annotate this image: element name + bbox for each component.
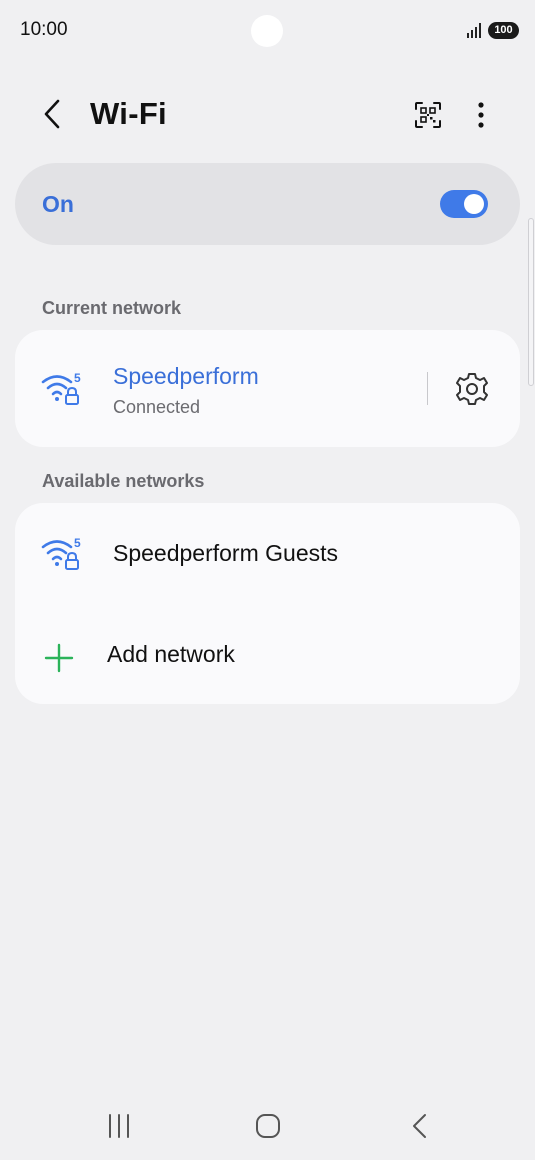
nav-back-icon bbox=[413, 1114, 426, 1138]
home-button[interactable] bbox=[248, 1109, 288, 1143]
wifi-switch[interactable] bbox=[440, 190, 488, 218]
wifi-5ghz-lock-icon: 5 bbox=[41, 536, 81, 570]
back-icon bbox=[44, 99, 60, 129]
status-time: 10:00 bbox=[20, 19, 68, 40]
add-network-label: Add network bbox=[107, 641, 235, 667]
network-settings-button[interactable] bbox=[453, 370, 491, 408]
available-networks-heading: Available networks bbox=[42, 471, 205, 491]
divider bbox=[427, 372, 428, 405]
plus-icon bbox=[44, 643, 74, 673]
page-title: Wi-Fi bbox=[90, 96, 167, 131]
more-vert-icon bbox=[478, 102, 484, 128]
switch-knob bbox=[464, 194, 484, 214]
available-network-item[interactable]: 5 Speedperform Guests bbox=[15, 503, 520, 605]
wifi-master-toggle[interactable]: On bbox=[15, 163, 520, 245]
current-network-card: 5 Speedperform Connected bbox=[15, 330, 520, 447]
nav-back-button[interactable] bbox=[399, 1109, 439, 1143]
navigation-bar bbox=[0, 1095, 535, 1155]
signal-icon bbox=[467, 23, 481, 38]
more-options-button[interactable] bbox=[466, 97, 496, 133]
qr-scan-icon bbox=[415, 102, 441, 128]
scrollbar[interactable] bbox=[528, 218, 534, 386]
status-bar: 10:00 100 bbox=[0, 0, 535, 60]
svg-text:5: 5 bbox=[74, 371, 81, 385]
current-network-name: Speedperform bbox=[113, 363, 259, 389]
battery-badge: 100 bbox=[488, 22, 519, 39]
qr-scan-button[interactable] bbox=[410, 97, 446, 133]
current-network-status: Connected bbox=[113, 397, 201, 417]
gear-icon bbox=[456, 373, 488, 405]
svg-text:5: 5 bbox=[74, 536, 81, 550]
current-network-heading: Current network bbox=[42, 298, 182, 318]
available-networks-card: 5 Speedperform Guests Add network bbox=[15, 503, 520, 704]
wifi-5ghz-lock-icon: 5 bbox=[41, 371, 81, 405]
add-network-row[interactable]: Add network bbox=[15, 605, 520, 704]
available-network-name: Speedperform Guests bbox=[113, 540, 339, 566]
home-icon bbox=[256, 1114, 280, 1138]
wifi-toggle-label: On bbox=[42, 191, 74, 217]
current-network-row[interactable]: 5 Speedperform Connected bbox=[15, 330, 520, 447]
recents-button[interactable] bbox=[99, 1109, 139, 1143]
camera-cutout bbox=[251, 15, 283, 47]
recents-icon bbox=[109, 1114, 129, 1138]
back-button[interactable] bbox=[34, 96, 70, 132]
app-bar: Wi-Fi bbox=[0, 80, 535, 150]
